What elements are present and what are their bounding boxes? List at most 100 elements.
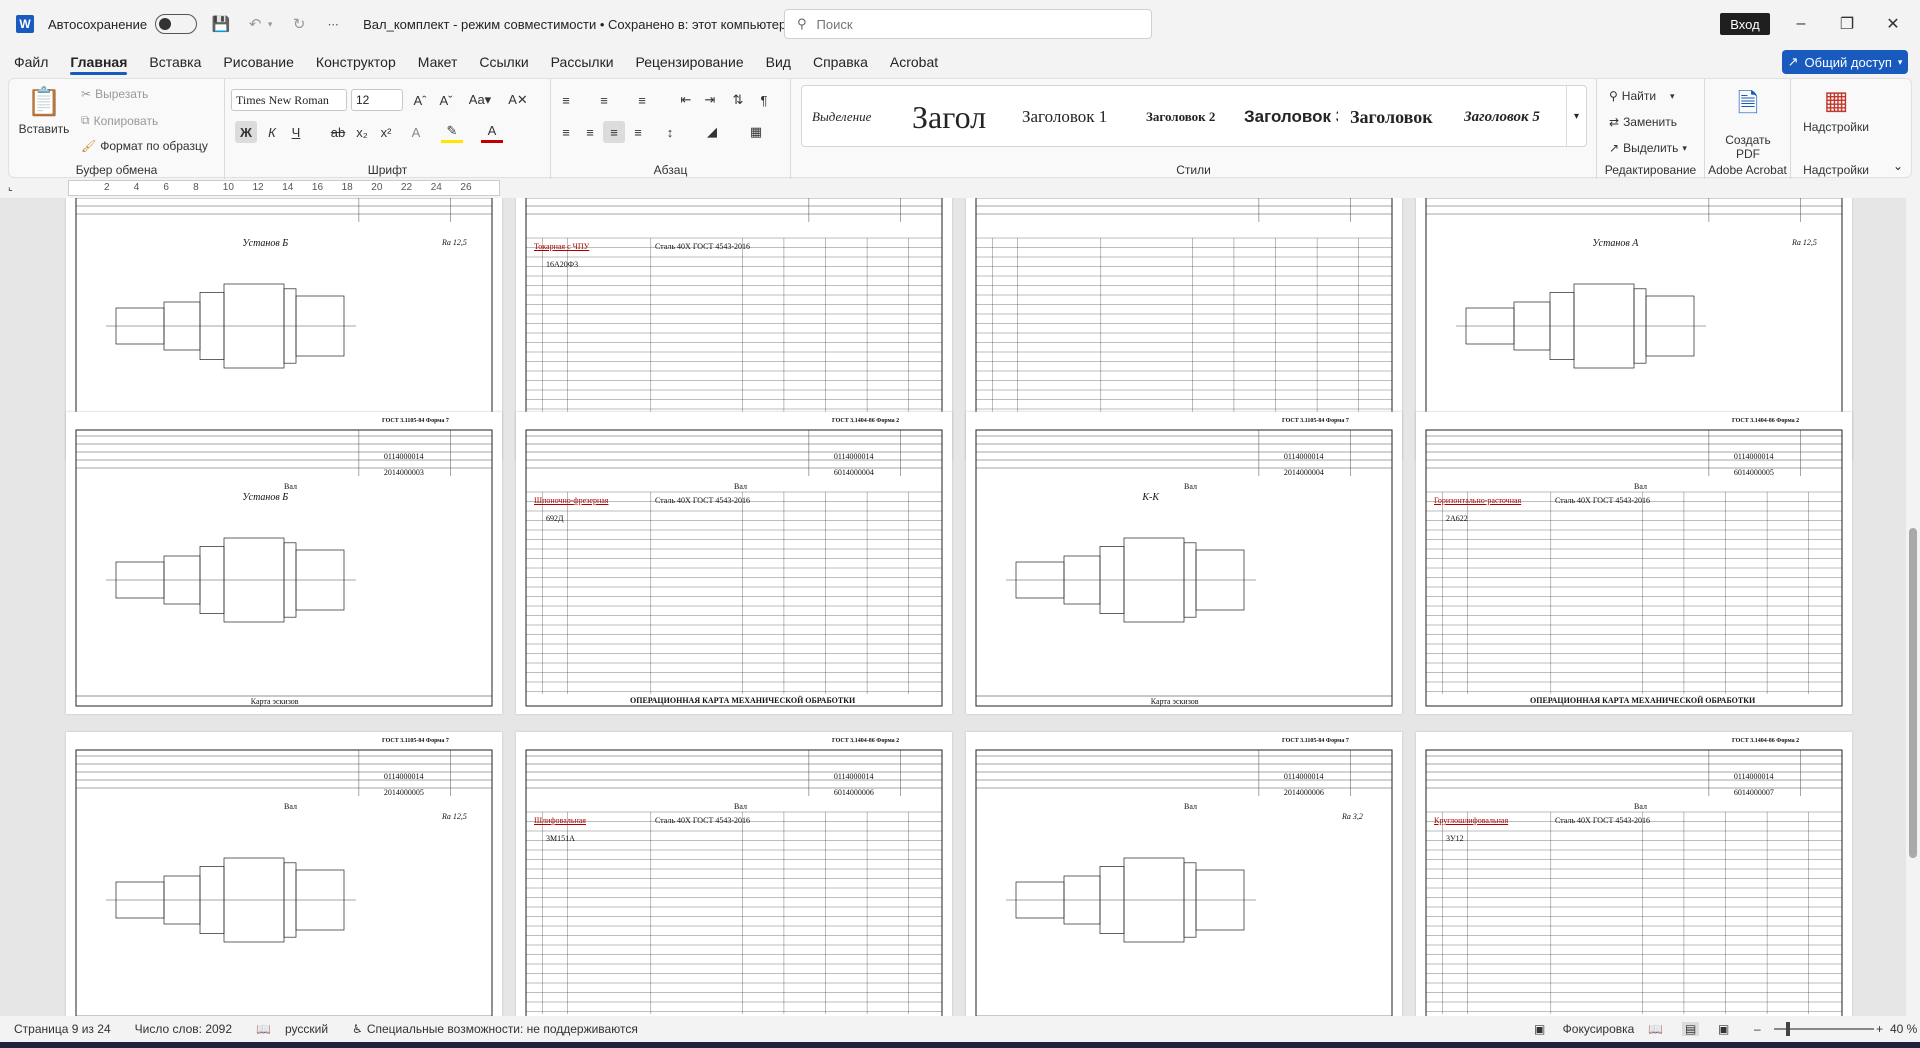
accessibility-icon[interactable]: ♿ [352, 1022, 363, 1036]
search-box[interactable]: ⚲ [784, 9, 1152, 39]
shading-icon[interactable]: ◢ [701, 121, 723, 143]
align-right-icon[interactable]: ≡ [627, 121, 649, 143]
page-count[interactable]: Страница 9 из 24 [14, 1022, 111, 1036]
highlight-icon[interactable]: ✎ [441, 121, 463, 143]
decrease-indent-icon[interactable]: ⇤ [675, 89, 697, 111]
redo-icon[interactable]: ↻ [289, 14, 309, 34]
web-layout-icon[interactable]: ▣ [1718, 1022, 1729, 1036]
document-canvas[interactable]: Установ Б Ra 12,5 Карта эскизов Токарная с … [0, 198, 1906, 1016]
underline-button[interactable]: Ч [285, 121, 307, 143]
document-title[interactable]: Вал_комплект - режим совместимости • Сох… [363, 17, 786, 32]
copy-button[interactable]: ⧉ Копировать [81, 113, 158, 128]
document-page[interactable]: ГОСТ 3.1105-84 Форма 7 0114000014 20140000… [66, 732, 502, 1016]
close-icon[interactable]: ✕ [1870, 0, 1916, 48]
change-case-icon[interactable]: Aa▾ [463, 89, 497, 111]
tab-draw[interactable]: Рисование [223, 54, 294, 70]
document-page[interactable]: ГОСТ 3.1404-86 Форма 2 0114000014 60140000… [1416, 732, 1852, 1016]
document-page[interactable]: ГОСТ 3.1404-86 Форма 2 0114000014 60140000… [516, 412, 952, 714]
document-page[interactable]: ГОСТ 3.1404-86 Форма 2 0114000014 60140000… [516, 732, 952, 1016]
tab-file[interactable]: Файл [14, 54, 48, 70]
tab-home[interactable]: Главная [70, 54, 127, 75]
bold-button[interactable]: Ж [235, 121, 257, 143]
share-button[interactable]: ↗ Общий доступ ▾ [1782, 50, 1908, 74]
font-color-icon[interactable]: A [481, 121, 503, 143]
word-count[interactable]: Число слов: 2092 [135, 1022, 232, 1036]
format-painter-button[interactable]: 🖌 Формат по образцу [81, 139, 208, 153]
styles-more-icon[interactable]: ▾ [1566, 86, 1586, 146]
language-indicator[interactable]: русский [285, 1022, 328, 1036]
style-emphasis[interactable]: Выделение [812, 92, 902, 142]
text-effects-icon[interactable]: A [405, 121, 427, 143]
clear-formatting-icon[interactable]: A✕ [507, 89, 529, 111]
cut-button[interactable]: ✂ Вырезать [81, 87, 148, 101]
tab-help[interactable]: Справка [813, 54, 868, 70]
tab-mailings[interactable]: Рассылки [551, 54, 614, 70]
bullets-icon[interactable]: ≡ [555, 89, 577, 111]
borders-icon[interactable]: ▦ [745, 121, 767, 143]
minimize-icon[interactable]: – [1778, 0, 1824, 48]
tab-insert[interactable]: Вставка [149, 54, 201, 70]
strikethrough-icon[interactable]: ab [327, 121, 349, 143]
read-mode-icon[interactable]: 📖 [1648, 1022, 1663, 1036]
collapse-ribbon-icon[interactable]: ⌄ [1893, 159, 1903, 173]
style-title[interactable]: Загол [912, 92, 1012, 142]
sort-icon[interactable]: ⇅ [727, 89, 749, 111]
document-page[interactable]: ГОСТ 3.1404-86 Форма 2 0114000014 60140000… [1416, 412, 1852, 714]
select-button[interactable]: ↗ Выделить ▾ [1609, 141, 1687, 155]
accessibility-status[interactable]: Специальные возможности: не поддерживают… [367, 1022, 638, 1036]
align-justify-icon[interactable]: ≡ [603, 121, 625, 143]
scrollbar-thumb[interactable] [1909, 528, 1917, 858]
superscript-icon[interactable]: x² [375, 121, 397, 143]
style-heading-5[interactable]: Заголовок 5 [1464, 92, 1560, 142]
paste-button[interactable]: 📋 Вставить [19, 85, 70, 147]
autosave-toggle[interactable] [155, 14, 198, 34]
proofing-icon[interactable]: 📖 [256, 1022, 271, 1036]
zoom-slider-thumb[interactable] [1786, 1022, 1790, 1036]
sign-in-button[interactable]: Вход [1720, 13, 1770, 35]
increase-indent-icon[interactable]: ⇥ [699, 89, 721, 111]
grow-font-icon[interactable]: Aˆ [409, 89, 431, 111]
tab-acrobat[interactable]: Acrobat [890, 54, 938, 70]
tab-selector-icon[interactable]: ⌞ [8, 182, 13, 193]
customize-quick-access-icon[interactable]: ⋯ [323, 14, 343, 34]
tab-review[interactable]: Рецензирование [636, 54, 744, 70]
print-layout-icon[interactable]: ▤ [1682, 1022, 1700, 1036]
replace-button[interactable]: ⇄ Заменить [1609, 115, 1677, 129]
style-heading[interactable]: Заголовок [1350, 92, 1450, 142]
document-page[interactable]: ГОСТ 3.1105-84 Форма 7 0114000014 20140000… [966, 732, 1402, 1016]
search-input[interactable] [816, 16, 1117, 32]
style-heading-2[interactable]: Заголовок 2 [1146, 92, 1232, 142]
numbering-icon[interactable]: ≡ [593, 89, 615, 111]
horizontal-ruler[interactable]: 2 4 6 8 10 12 14 16 18 20 22 24 26 [68, 180, 500, 198]
style-heading-1[interactable]: Заголовок 1 [1022, 92, 1126, 142]
shrink-font-icon[interactable]: Aˇ [435, 89, 457, 111]
tab-design[interactable]: Конструктор [316, 54, 396, 70]
find-button[interactable]: ⚲ Найти ▾ [1609, 89, 1675, 103]
line-spacing-icon[interactable]: ↕ [659, 121, 681, 143]
zoom-in-icon[interactable]: + [1876, 1022, 1883, 1036]
subscript-icon[interactable]: x₂ [351, 121, 373, 143]
show-marks-icon[interactable]: ¶ [753, 89, 775, 111]
font-size-combo[interactable]: 12 [351, 89, 403, 111]
multilevel-list-icon[interactable]: ≡ [631, 89, 653, 111]
save-icon[interactable]: 💾 [211, 14, 231, 34]
create-pdf-button[interactable]: 🗎 Создать PDF [1717, 85, 1779, 161]
style-heading-3[interactable]: Заголовок 3 [1244, 92, 1338, 142]
focus-mode-button[interactable]: ▣ Фокусировка [1534, 1022, 1634, 1036]
font-name-combo[interactable]: Times New Roman [231, 89, 347, 111]
zoom-out-icon[interactable]: – [1754, 1022, 1761, 1036]
tab-view[interactable]: Вид [766, 54, 791, 70]
vertical-scrollbar[interactable] [1906, 198, 1920, 1016]
document-page[interactable]: ГОСТ 3.1105-84 Форма 7 0114000014 20140000… [966, 412, 1402, 714]
zoom-level[interactable]: 40 % [1890, 1022, 1917, 1036]
undo-icon[interactable]: ↶ [245, 14, 265, 34]
restore-icon[interactable]: ❐ [1824, 0, 1870, 48]
italic-button[interactable]: К [261, 121, 283, 143]
undo-dropdown-icon[interactable]: ▾ [265, 14, 275, 34]
tab-layout[interactable]: Макет [418, 54, 458, 70]
addins-button[interactable]: ▦ Надстройки [1797, 85, 1875, 134]
align-left-icon[interactable]: ≡ [555, 121, 577, 143]
tab-references[interactable]: Ссылки [479, 54, 528, 70]
align-center-icon[interactable]: ≡ [579, 121, 601, 143]
document-page[interactable]: ГОСТ 3.1105-84 Форма 7 0114000014 20140000… [66, 412, 502, 714]
